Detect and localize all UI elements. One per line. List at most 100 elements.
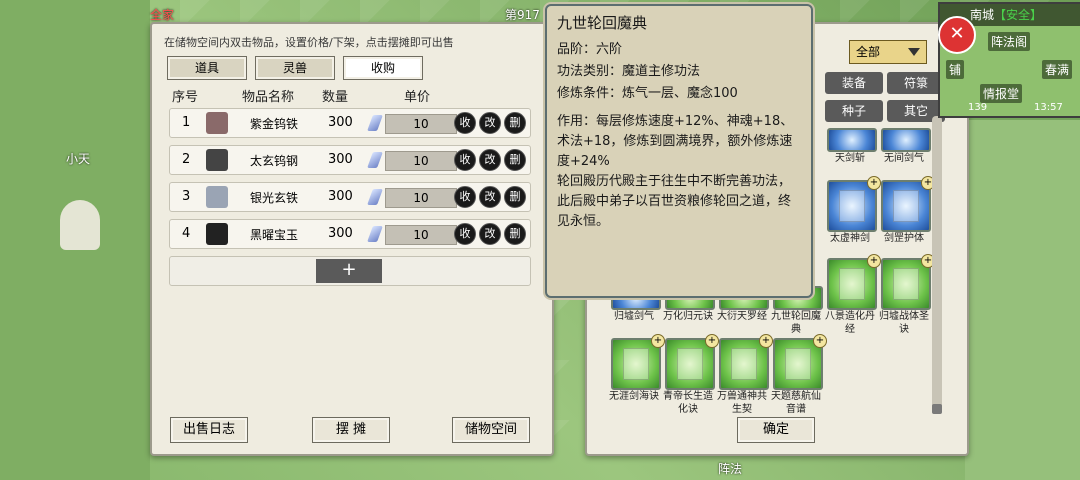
row-index: 2 <box>182 152 191 167</box>
tab-items[interactable]: 道具 <box>167 56 247 80</box>
item-name: 剑罡护体 <box>884 233 924 244</box>
item-card[interactable] <box>827 128 877 152</box>
player-tag: 小天 <box>66 152 91 166</box>
map-label[interactable]: 铺 <box>946 60 965 79</box>
edit-button[interactable]: 改 <box>479 223 501 245</box>
item-card[interactable]: + <box>827 254 881 310</box>
price-input[interactable]: 10 <box>385 188 457 208</box>
tab-pets[interactable]: 灵兽 <box>255 56 335 80</box>
close-icon[interactable]: ✕ <box>938 16 976 54</box>
spirit-stone-icon <box>367 152 383 168</box>
add-item-button[interactable]: + <box>316 259 382 283</box>
item-name: 九世轮回魔典 <box>771 311 821 335</box>
item-card[interactable]: + <box>665 334 719 390</box>
tooltip-title: 九世轮回魔典 <box>557 14 648 32</box>
edit-button[interactable]: 改 <box>479 186 501 208</box>
edit-button[interactable]: 改 <box>479 149 501 171</box>
table-row[interactable]: 4 黑曜宝玉 300 10 收 改 删 <box>169 219 531 249</box>
price-input[interactable]: 10 <box>385 114 457 134</box>
row-name: 紫金钨铁 <box>250 117 299 131</box>
collect-button[interactable]: 收 <box>454 223 476 245</box>
delete-button[interactable]: 删 <box>504 223 526 245</box>
stall-panel: 在储物空间内双击物品，设置价格/下架，点击摆摊即可出售 道具 灵兽 收购 序号 … <box>150 22 554 456</box>
clock: 13:57 <box>1034 102 1063 113</box>
row-name: 太玄钨钢 <box>250 154 299 168</box>
item-name: 太虚神剑 <box>830 233 870 244</box>
bottom-label: 阵法 <box>718 462 743 476</box>
category-filter[interactable]: 全部 <box>849 40 927 64</box>
delete-button[interactable]: 删 <box>504 112 526 134</box>
table-row[interactable]: 1 紫金钨铁 300 10 收 改 删 <box>169 108 531 138</box>
item-tooltip: 九世轮回魔典 品阶：六阶 功法类别：魔道主修功法 修炼条件：炼气一层、魔念100… <box>545 4 813 298</box>
edit-button[interactable]: 改 <box>479 112 501 134</box>
floor-label: 第917 <box>505 8 540 22</box>
plus-icon: + <box>705 334 719 348</box>
confirm-button[interactable]: 确定 <box>737 417 815 443</box>
plus-icon: + <box>759 334 773 348</box>
spirit-stone-icon <box>367 226 383 242</box>
stall-button[interactable]: 摆 摊 <box>312 417 390 443</box>
collect-button[interactable]: 收 <box>454 112 476 134</box>
map-label[interactable]: 情报堂 <box>980 84 1023 103</box>
sales-log-button[interactable]: 出售日志 <box>170 417 248 443</box>
ore-icon <box>206 223 228 245</box>
item-name: 八景造化丹经 <box>825 311 875 335</box>
table-row[interactable]: 2 太玄钨钢 300 10 收 改 删 <box>169 145 531 175</box>
tooltip-requirement: 修炼条件：炼气一层、魔念100 <box>557 86 738 101</box>
player-character[interactable] <box>60 200 100 250</box>
category-seed[interactable]: 种子 <box>825 100 883 122</box>
plus-icon: + <box>813 334 827 348</box>
row-name: 银光玄铁 <box>250 191 299 205</box>
row-qty: 300 <box>328 115 353 130</box>
scrollbar[interactable] <box>932 116 942 414</box>
plus-icon: + <box>651 334 665 348</box>
header-name: 物品名称 <box>242 90 295 105</box>
collect-button[interactable]: 收 <box>454 186 476 208</box>
ore-icon <box>206 186 228 208</box>
delete-button[interactable]: 删 <box>504 149 526 171</box>
tooltip-category: 功法类别：魔道主修功法 <box>557 64 701 79</box>
row-index: 1 <box>182 115 191 130</box>
row-qty: 300 <box>328 152 353 167</box>
category-equipment[interactable]: 装备 <box>825 72 883 94</box>
item-name: 天题慈航仙音谱 <box>771 391 821 415</box>
map-label[interactable]: 阵法阁 <box>988 32 1031 51</box>
item-name: 万兽通神共生契 <box>717 391 767 415</box>
item-card[interactable]: + <box>611 334 665 390</box>
spirit-stone-icon <box>367 189 383 205</box>
map-label[interactable]: 春满 <box>1042 60 1073 79</box>
ore-icon <box>206 149 228 171</box>
table-row[interactable]: 3 银光玄铁 300 10 收 改 删 <box>169 182 531 212</box>
header-index: 序号 <box>172 90 199 105</box>
category-talisman[interactable]: 符箓 <box>887 72 945 94</box>
item-card[interactable] <box>881 128 931 152</box>
row-qty: 300 <box>328 189 353 204</box>
item-card[interactable]: + <box>773 334 827 390</box>
grass-area-right <box>965 120 1080 480</box>
city-name: 南城 <box>970 8 995 22</box>
scroll-thumb[interactable] <box>932 404 942 414</box>
header-price: 单价 <box>404 90 431 105</box>
map-coord: 139 <box>968 102 988 113</box>
tooltip-description: 作用：每层修炼速度+12%、神魂+18、术法+18，修炼到圆满境界，额外修炼速度… <box>557 112 803 232</box>
item-card[interactable]: + <box>881 176 935 232</box>
item-name: 天剑斩 <box>835 153 865 164</box>
safe-status: 【安全】 <box>994 8 1043 22</box>
delete-button[interactable]: 删 <box>504 186 526 208</box>
plus-icon: + <box>867 254 881 268</box>
add-row: + <box>169 256 531 286</box>
tab-purchase[interactable]: 收购 <box>343 56 423 80</box>
item-card[interactable]: + <box>719 334 773 390</box>
item-name: 青帝长生造化诀 <box>663 391 713 415</box>
storage-button[interactable]: 储物空间 <box>452 417 530 443</box>
stall-tabs: 道具 灵兽 收购 <box>167 56 423 80</box>
item-name: 归墟战体圣诀 <box>879 311 929 335</box>
collect-button[interactable]: 收 <box>454 149 476 171</box>
item-card[interactable]: + <box>827 176 881 232</box>
row-name: 黑曜宝玉 <box>250 228 299 242</box>
item-name: 大衍天罗经 <box>717 311 767 322</box>
item-card[interactable]: + <box>881 254 935 310</box>
plus-icon: + <box>867 176 881 190</box>
price-input[interactable]: 10 <box>385 151 457 171</box>
price-input[interactable]: 10 <box>385 225 457 245</box>
